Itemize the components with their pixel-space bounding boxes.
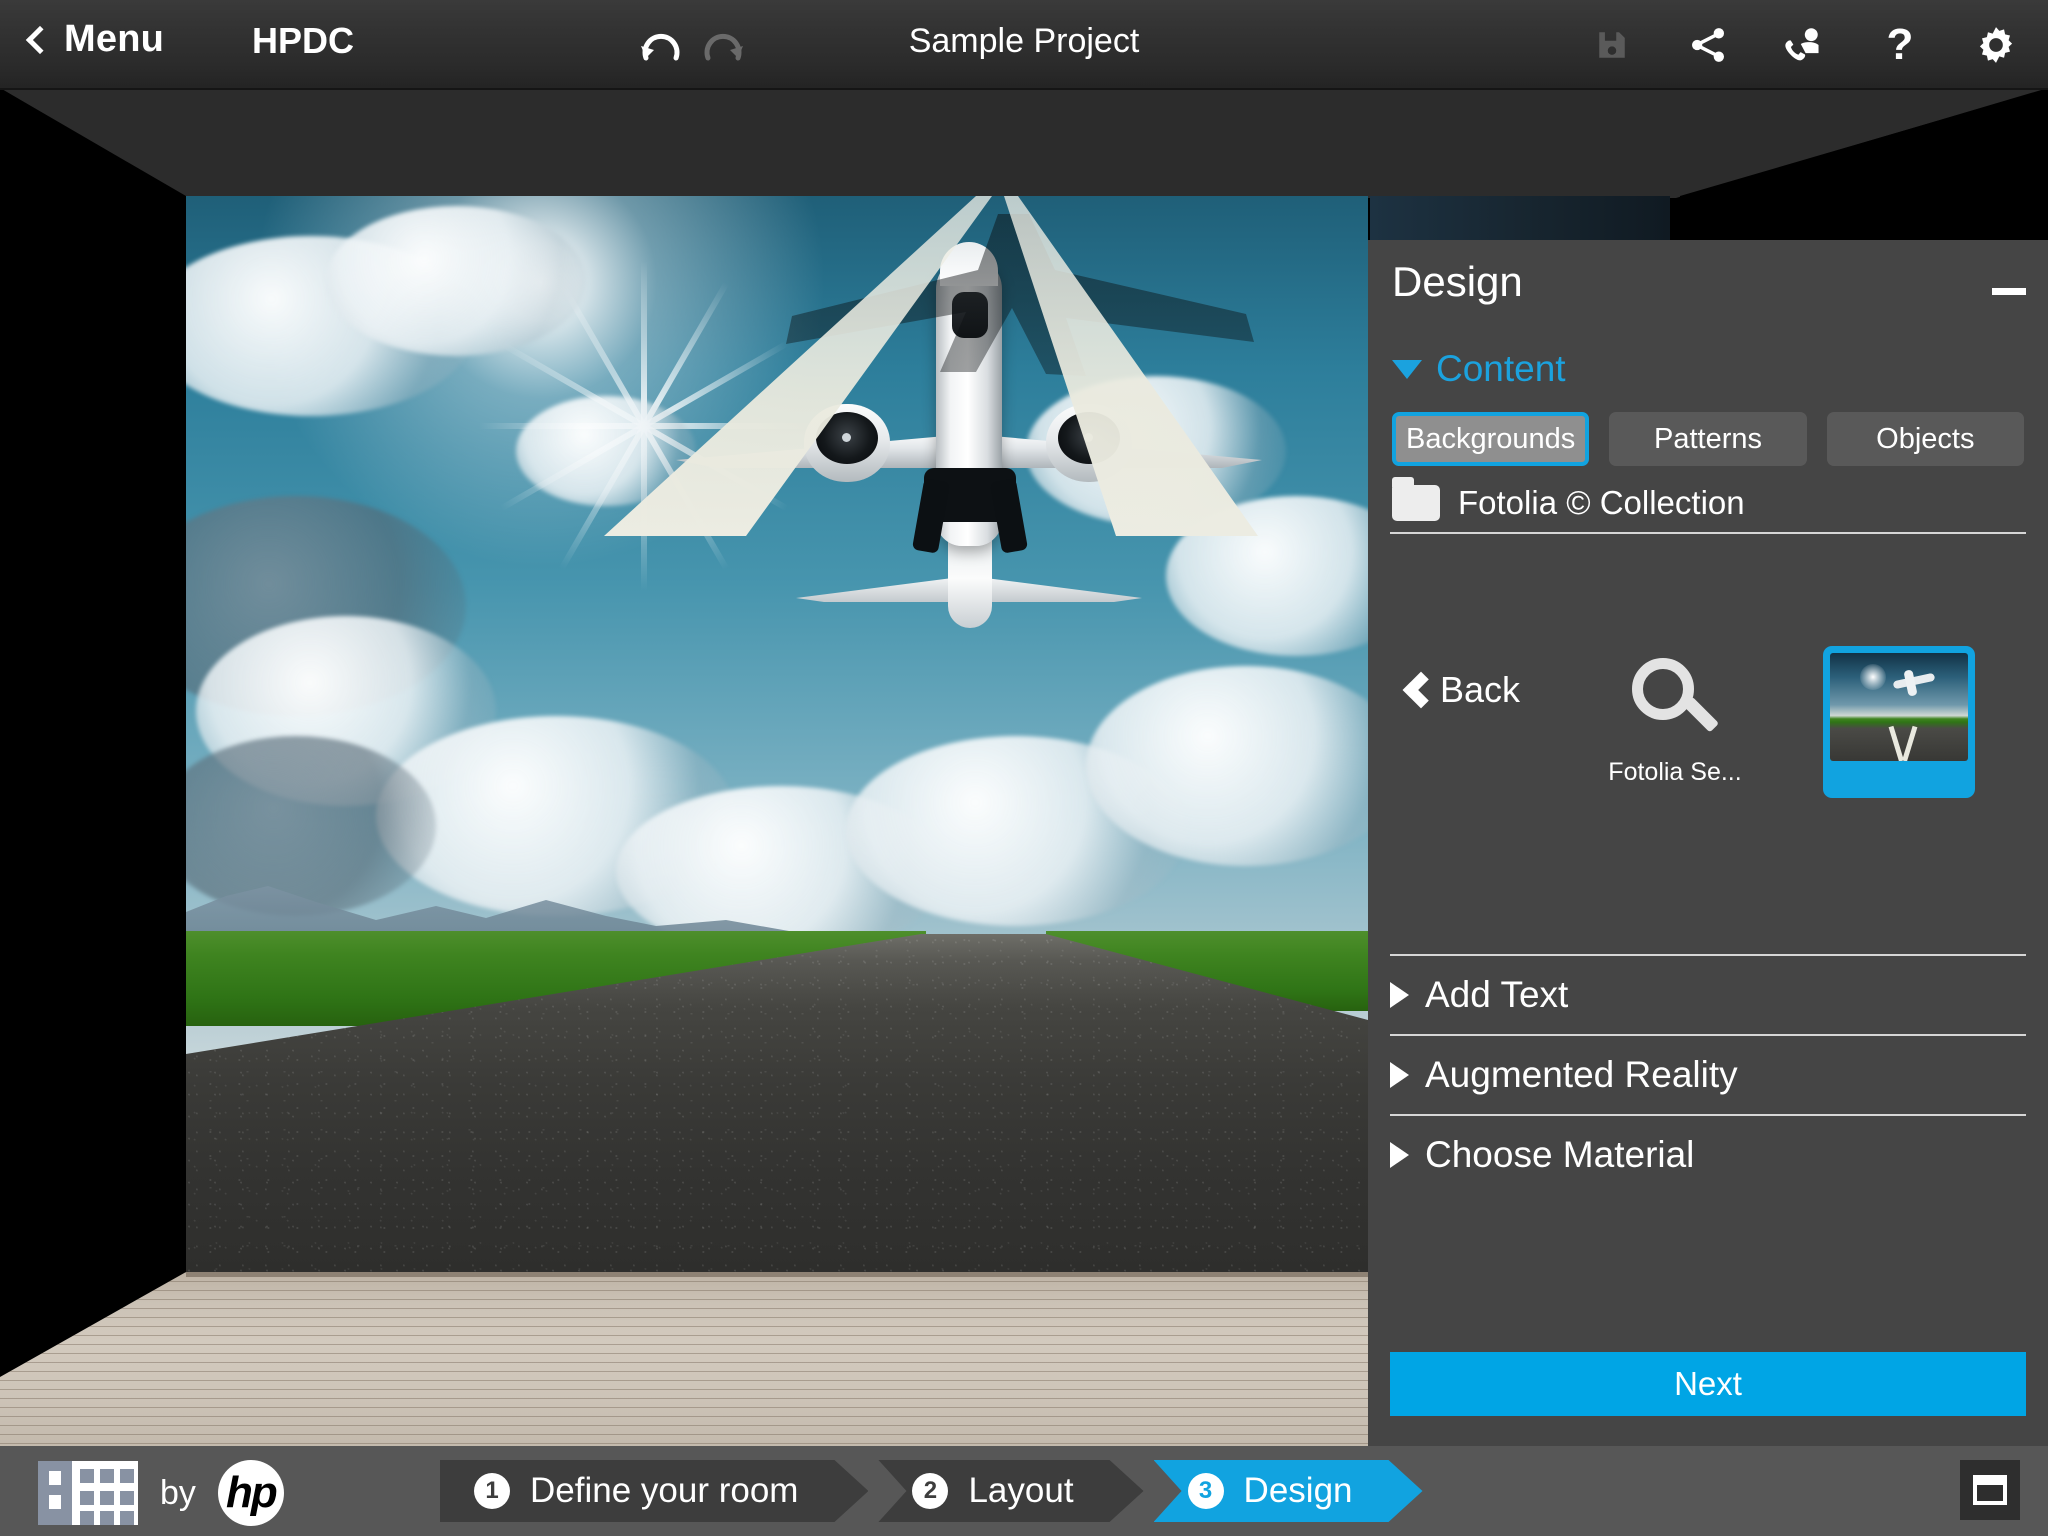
step-layout[interactable]: 2 Layout [878,1460,1143,1522]
step-number: 1 [474,1473,510,1509]
panel-toggle-icon[interactable] [1960,1460,2020,1520]
hp-logo: hp [217,1460,284,1526]
back-button[interactable]: Back [1402,669,1521,711]
section-add-text[interactable]: Add Text [1390,954,2026,1034]
step-design[interactable]: 3 Design [1154,1460,1423,1522]
section-augmented-reality[interactable]: Augmented Reality [1390,1034,2026,1114]
fotolia-search-label: Fotolia Se... [1608,758,1742,786]
design-panel: Design Content Backgrounds Patterns Obje… [1368,240,2048,1446]
step-label: Define your room [530,1471,799,1510]
settings-gear-icon[interactable] [1972,21,2020,69]
design-panel-title: Design [1392,258,1523,305]
room-left-wall [0,88,186,1378]
accordion-sections: Add Text Augmented Reality Choose Materi… [1390,954,2026,1194]
section-add-text-label: Add Text [1425,974,1569,1015]
triangle-right-icon [1390,1062,1409,1088]
share-icon[interactable] [1684,21,1732,69]
triangle-down-icon [1392,359,1422,379]
section-choose-material[interactable]: Choose Material [1390,1114,2026,1194]
brand-logo-group: by hp [38,1460,284,1526]
contact-support-icon[interactable] [1780,21,1828,69]
step-label: Layout [968,1471,1074,1510]
thumbnail-image [1830,653,1968,761]
wall-mural-image[interactable] [186,196,1368,1274]
chevron-left-icon [1402,671,1440,709]
help-glyph: ? [1886,20,1914,69]
airplane-left-tailwing [796,576,968,602]
content-section-header[interactable]: Content [1368,338,2048,400]
next-button[interactable]: Next [1390,1352,2026,1416]
search-icon [1632,658,1720,744]
content-tabs: Backgrounds Patterns Objects [1368,400,2048,466]
fotolia-search-tile[interactable]: Fotolia Se... [1590,644,1760,787]
top-toolbar-icons: ? [1588,18,2020,72]
breadcrumb-label: Fotolia © Collection [1458,484,1745,521]
top-toolbar: Menu HPDC Sample Project ? [0,0,2048,90]
folder-icon [1392,477,1440,521]
bottom-bar: by hp 1 Define your room 2 Layout 3 Desi… [0,1446,2048,1536]
minimize-icon[interactable] [1992,288,2026,295]
by-label: by [160,1473,196,1512]
breadcrumb[interactable]: Fotolia © Collection [1368,466,2048,532]
triangle-right-icon [1390,982,1409,1008]
section-choose-material-label: Choose Material [1425,1134,1695,1175]
step-label: Design [1243,1471,1353,1510]
content-section-label: Content [1436,348,1566,389]
airplane-landing-gear [989,478,1029,554]
content-browser: Back Fotolia Se... [1368,534,2048,954]
tab-objects[interactable]: Objects [1826,412,2024,466]
save-icon[interactable] [1588,21,1636,69]
step-number: 2 [912,1473,948,1509]
building-logo-icon [38,1461,138,1525]
airplane-tailcone [948,538,992,628]
triangle-right-icon [1390,1142,1409,1168]
design-panel-header: Design [1368,240,2048,338]
workflow-steps: 1 Define your room 2 Layout 3 Design [440,1460,1433,1522]
cloud [326,206,586,356]
airplane-right-tailwing [970,576,1142,602]
help-icon[interactable]: ? [1876,21,1924,69]
back-button-label: Back [1440,669,1521,710]
background-thumbnail-selected[interactable] [1823,646,1975,798]
tab-backgrounds[interactable]: Backgrounds [1392,412,1590,466]
section-augmented-reality-label: Augmented Reality [1425,1054,1738,1095]
step-define-your-room[interactable]: 1 Define your room [440,1460,868,1522]
application-root: Menu HPDC Sample Project ? Design Conten… [0,0,2048,1536]
tab-patterns[interactable]: Patterns [1609,412,1807,466]
step-number: 3 [1188,1473,1224,1509]
